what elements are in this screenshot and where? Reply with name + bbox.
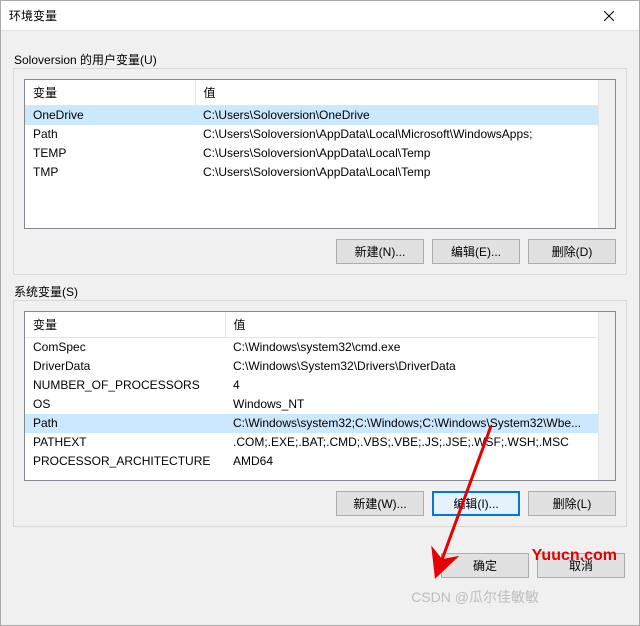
table-row[interactable]: OneDriveC:\Users\Soloversion\OneDrive	[25, 106, 615, 125]
table-row[interactable]: OSWindows_NT	[25, 395, 615, 414]
titlebar: 环境变量	[1, 1, 639, 31]
table-row[interactable]: ComSpecC:\Windows\system32\cmd.exe	[25, 338, 615, 357]
dialog-button-row: 确定 取消	[1, 547, 639, 592]
table-row[interactable]: PATHEXT.COM;.EXE;.BAT;.CMD;.VBS;.VBE;.JS…	[25, 433, 615, 452]
ok-button[interactable]: 确定	[441, 553, 529, 578]
sys-vars-table-wrap[interactable]: 变量 值 ComSpecC:\Windows\system32\cmd.exe …	[24, 311, 616, 481]
user-edit-button[interactable]: 编辑(E)...	[432, 239, 520, 264]
sys-scrollbar[interactable]	[598, 312, 615, 480]
sys-vars-table: 变量 值 ComSpecC:\Windows\system32\cmd.exe …	[25, 312, 615, 471]
sys-col-var[interactable]: 变量	[25, 312, 225, 338]
user-button-row: 新建(N)... 编辑(E)... 删除(D)	[24, 239, 616, 264]
sys-col-val[interactable]: 值	[225, 312, 615, 338]
sys-edit-button[interactable]: 编辑(I)...	[432, 491, 520, 516]
table-row[interactable]: PathC:\Users\Soloversion\AppData\Local\M…	[25, 125, 615, 144]
table-row[interactable]: PathC:\Windows\system32;C:\Windows;C:\Wi…	[25, 414, 615, 433]
sys-new-button[interactable]: 新建(W)...	[336, 491, 424, 516]
table-row[interactable]: TMPC:\Users\Soloversion\AppData\Local\Te…	[25, 163, 615, 182]
sys-button-row: 新建(W)... 编辑(I)... 删除(L)	[24, 491, 616, 516]
window-title: 环境变量	[9, 7, 57, 24]
sys-vars-group: 系统变量(S) 变量 值 ComSpecC:\Windows\system32\…	[13, 300, 627, 527]
close-button[interactable]	[586, 1, 631, 31]
user-vars-label: Soloversion 的用户变量(U)	[12, 51, 159, 68]
user-new-button[interactable]: 新建(N)...	[336, 239, 424, 264]
env-vars-dialog: 环境变量 Soloversion 的用户变量(U) 变量 值	[0, 0, 640, 626]
sys-vars-label: 系统变量(S)	[12, 283, 80, 300]
table-row[interactable]: DriverDataC:\Windows\System32\Drivers\Dr…	[25, 357, 615, 376]
user-vars-group: Soloversion 的用户变量(U) 变量 值 OneDriveC:\Use…	[13, 68, 627, 275]
user-scrollbar[interactable]	[598, 80, 615, 228]
table-row[interactable]: NUMBER_OF_PROCESSORS4	[25, 376, 615, 395]
user-delete-button[interactable]: 删除(D)	[528, 239, 616, 264]
user-vars-table: 变量 值 OneDriveC:\Users\Soloversion\OneDri…	[25, 80, 615, 182]
dialog-content: Soloversion 的用户变量(U) 变量 值 OneDriveC:\Use…	[1, 31, 639, 547]
close-icon	[604, 11, 614, 21]
user-vars-table-wrap[interactable]: 变量 值 OneDriveC:\Users\Soloversion\OneDri…	[24, 79, 616, 229]
table-row[interactable]: TEMPC:\Users\Soloversion\AppData\Local\T…	[25, 144, 615, 163]
table-row[interactable]: PROCESSOR_ARCHITECTUREAMD64	[25, 452, 615, 471]
sys-delete-button[interactable]: 删除(L)	[528, 491, 616, 516]
cancel-button[interactable]: 取消	[537, 553, 625, 578]
user-col-val[interactable]: 值	[195, 80, 615, 106]
user-col-var[interactable]: 变量	[25, 80, 195, 106]
